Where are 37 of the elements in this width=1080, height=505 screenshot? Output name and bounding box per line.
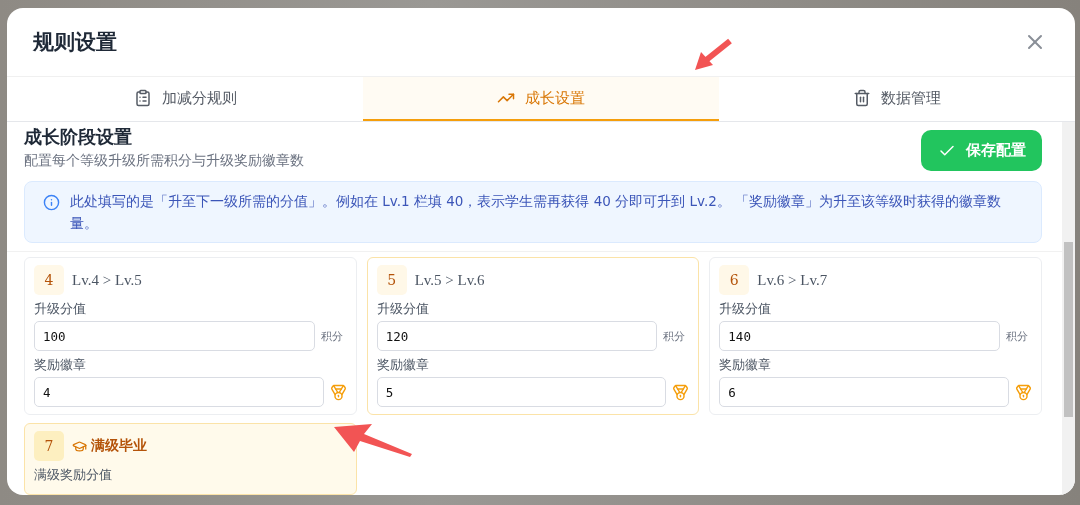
field-label: 升级分值 [34,301,87,318]
unit-label: 积分 [1006,328,1029,344]
scrollbar[interactable] [1062,122,1075,495]
points-field[interactable]: 140 [719,321,1000,351]
notice-text: 此处填写的是「升至下一级所需的分值」。例如在 Lv.1 栏填 40，表示学生需再获得 40 分即可升到 Lv.2。 「奖励徽章」为升至该等级时获得的徽章数量。 [70,192,1003,233]
unit-label: 积分 [320,328,344,344]
level-title: 满级毕业 [91,437,147,455]
level-number: 4 [34,265,64,295]
field-label: 奖励徽章 [376,357,430,374]
badge-field[interactable]: 6 [719,377,1009,407]
trash-icon [853,89,871,107]
annotation-arrow [695,38,732,70]
field-label: 奖励徽章 [34,357,87,374]
field-label: 满级奖励分值 [34,467,113,484]
badge-field[interactable]: 4 [34,377,324,407]
info-icon [43,194,60,211]
level-range: Lv.6 > Lv.7 [757,271,828,289]
level-range: Lv.4 > Lv.5 [72,271,142,289]
level-number: 7 [34,431,64,461]
unit-label: 积分 [663,328,687,344]
medal-icon [1015,383,1032,401]
level-number: 6 [719,265,750,295]
dialog-title: 规则设置 [33,29,117,56]
field-label: 升级分值 [719,301,773,318]
section-title: 成长阶段设置 [24,125,133,149]
field-label: 升级分值 [376,301,430,318]
section-subtitle: 配置每个等级升级所需积分与升级奖励徽章数 [24,152,304,170]
medal-icon [329,383,347,401]
clipboard-icon [133,89,152,107]
graduation-cap-icon [72,438,87,454]
level-number: 5 [376,265,407,295]
badge-field[interactable]: 5 [376,377,667,407]
points-field[interactable]: 100 [34,321,315,351]
points-field[interactable]: 120 [376,321,658,351]
level-range: Lv.5 > Lv.6 [414,271,485,289]
field-label: 奖励徽章 [719,357,773,374]
medal-icon [672,383,690,401]
